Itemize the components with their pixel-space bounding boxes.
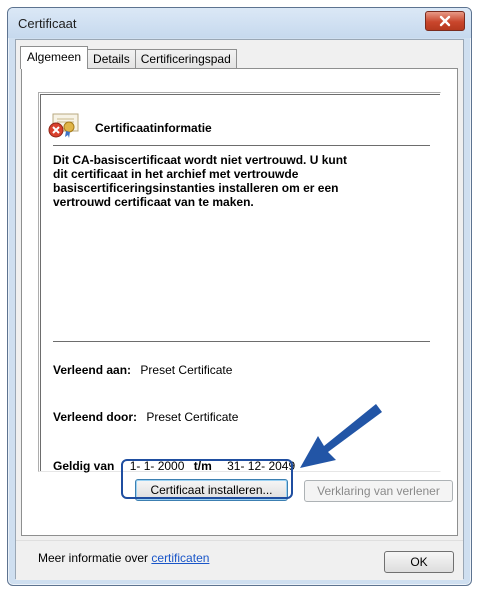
install-button-highlight (121, 459, 293, 499)
divider (53, 145, 430, 146)
valid-from-label: Geldig van (53, 459, 115, 473)
close-button[interactable] (425, 11, 465, 31)
close-icon (439, 15, 451, 27)
tab-certification-path[interactable]: Certificeringspad (134, 49, 237, 69)
issued-to-row: Verleend aan: Preset Certificate (53, 363, 232, 377)
divider (53, 341, 430, 342)
warning-line: basiscertificeringsinstanties installere… (53, 181, 339, 195)
title-bar[interactable]: Certificaat (8, 8, 471, 38)
ok-button[interactable]: OK (384, 551, 454, 573)
tab-general[interactable]: Algemeen (20, 46, 89, 69)
warning-line: vertrouwd certificaat van te maken. (53, 195, 254, 209)
issued-by-value: Preset Certificate (146, 410, 239, 424)
certificate-window: Certificaat Algemeen Details Certificeri… (7, 7, 472, 586)
more-info-prefix: Meer informatie over (38, 551, 149, 565)
warning-line: Dit CA-basiscertificaat wordt niet vertr… (53, 153, 348, 167)
warning-line: dit certificaat in het archief met vertr… (53, 167, 299, 181)
pointer-arrow-icon (300, 404, 382, 468)
tab-details[interactable]: Details (87, 49, 136, 69)
issued-by-row: Verleend door: Preset Certificate (53, 410, 238, 424)
issued-to-value: Preset Certificate (140, 363, 233, 377)
issued-to-label: Verleend aan: (53, 363, 132, 377)
issuer-statement-button[interactable]: Verklaring van verlener (304, 480, 453, 502)
tab-strip: Algemeen Details Certificeringspad (20, 46, 237, 69)
window-title: Certificaat (18, 16, 77, 31)
issued-by-label: Verleend door: (53, 410, 138, 424)
more-info-text: Meer informatie over certificaten (38, 551, 209, 565)
certificates-link[interactable]: certificaten (151, 551, 209, 565)
trust-warning-text: Dit CA-basiscertificaat wordt niet vertr… (53, 153, 413, 209)
certificate-warning-icon (48, 113, 79, 138)
info-heading: Certificaatinformatie (95, 121, 212, 135)
